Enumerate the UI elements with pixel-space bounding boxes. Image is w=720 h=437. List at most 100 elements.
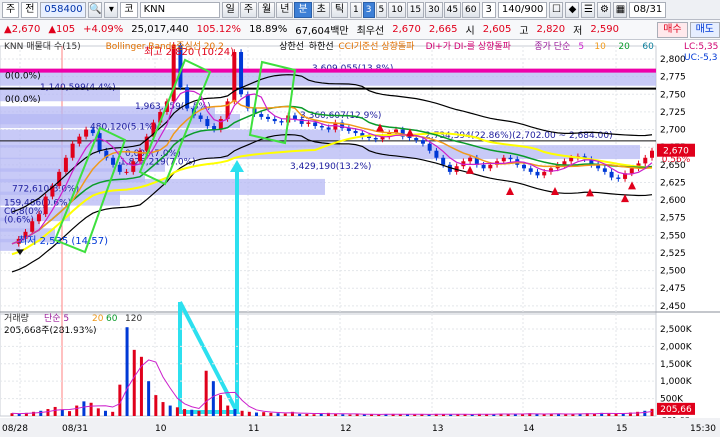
search-icon[interactable]: 🔍 [88, 1, 103, 18]
period-3-button[interactable]: 년 [276, 1, 294, 18]
volume-bar [96, 408, 100, 416]
candle-body [535, 171, 540, 176]
list-icon[interactable]: ☰ [581, 1, 596, 18]
candle-body [528, 168, 533, 172]
chart-area[interactable]: 2,8002,7752,7502,7252,7002,6752,6502,625… [0, 40, 720, 437]
volume-bar [125, 327, 129, 416]
volume-bar [643, 410, 647, 416]
best-bid: 2,665 [428, 24, 458, 35]
candle-body [272, 118, 277, 122]
volume-bar [334, 413, 338, 416]
volume-bar [650, 408, 654, 416]
candle-body [508, 157, 513, 160]
candle-body [542, 171, 547, 176]
gear-icon[interactable]: ⚙ [597, 1, 612, 18]
settings-icon[interactable]: ▾ [104, 1, 119, 18]
period-buttons: 일주월년분초틱 [221, 1, 349, 18]
candle-body [569, 157, 574, 162]
time-axis-label: 10 [155, 424, 167, 434]
interval-10-button[interactable]: 10 [388, 1, 406, 18]
percent-tag: 0.56% [662, 155, 691, 165]
buy-button[interactable]: 매수 [657, 21, 688, 38]
candle-body [43, 196, 48, 215]
high-price: 2,820 [536, 24, 566, 35]
sell-button[interactable]: 매도 [689, 21, 720, 38]
best-ask: 2,670 [392, 24, 421, 35]
volume-ratio: 105.12% [196, 24, 242, 35]
period-1-button[interactable]: 주 [239, 1, 258, 18]
mode-select[interactable]: 주 [2, 1, 20, 18]
legend-lc-value: LC:5,35 [684, 42, 718, 52]
scope-select[interactable]: 전 [21, 1, 39, 18]
market-select[interactable]: 코 [120, 1, 138, 18]
period-0-button[interactable]: 일 [221, 1, 239, 18]
volume-bar [17, 413, 21, 416]
interval-select[interactable]: 3 [481, 1, 496, 18]
volume-bar [348, 414, 352, 416]
stock-code-input[interactable]: 058400 [40, 1, 87, 18]
time-axis-label: 08/31 [62, 424, 88, 434]
candle-body [84, 129, 89, 137]
candle-body [306, 122, 311, 124]
legend-item: DI+가 DI-를 상향돌파 [426, 40, 512, 52]
candle-body [407, 136, 412, 139]
stock-chart[interactable]: 2,8002,7752,7502,7252,7002,6752,6502,625… [0, 40, 720, 437]
volume-bar [269, 412, 273, 416]
toggle-icon[interactable]: ☐ [549, 1, 564, 18]
interval-45-button[interactable]: 45 [443, 1, 462, 18]
interval-5-button[interactable]: 5 [375, 1, 388, 18]
volume-bar [197, 410, 201, 416]
interval-1-button[interactable]: 1 [350, 1, 362, 18]
turnover-percent: 18.89% [249, 24, 288, 35]
candle-body [124, 171, 129, 173]
candle-body [522, 164, 526, 169]
legend-item: 20 [618, 42, 630, 52]
candle-body [292, 115, 297, 119]
volume-bar [542, 414, 546, 416]
time-axis-bar [0, 418, 720, 437]
calendar-icon[interactable]: ▦ [613, 1, 628, 18]
lock-icon[interactable]: ◆ [565, 1, 580, 18]
date-field[interactable]: 08/31 [629, 1, 667, 18]
volume-bar [190, 409, 194, 416]
interval-3-button[interactable]: 3 [362, 1, 375, 18]
period-6-button[interactable]: 틱 [330, 1, 349, 18]
price-axis-label: 2,725 [660, 108, 686, 118]
volume-value: 25,017,440 [131, 24, 189, 35]
period-5-button[interactable]: 초 [312, 1, 330, 18]
volume-bar [75, 405, 79, 416]
candle-body [279, 121, 284, 123]
volume-bar [183, 409, 187, 416]
candle-body [353, 130, 358, 134]
volume-bar [262, 412, 266, 416]
volume-bar [614, 413, 618, 416]
candle-body [36, 214, 41, 222]
candle-body [468, 157, 473, 162]
interval-30-button[interactable]: 30 [425, 1, 443, 18]
candle-body [313, 122, 318, 127]
interval-15-button[interactable]: 15 [406, 1, 425, 18]
candle-body [30, 221, 35, 232]
price-axis-label: 2,600 [660, 196, 686, 206]
price-axis-label: 2,550 [660, 231, 686, 241]
volume-bar [53, 406, 57, 416]
price-change: ▲105 [48, 24, 76, 35]
period-2-button[interactable]: 월 [258, 1, 276, 18]
candle-body [117, 164, 122, 172]
candle-body [629, 168, 634, 174]
interval-60-button[interactable]: 60 [462, 1, 480, 18]
price-axis-label: 2,750 [660, 90, 686, 100]
candle-body [266, 116, 270, 119]
candle-body [326, 127, 331, 130]
volume-bar [103, 410, 107, 416]
count-field[interactable]: 140/900 [497, 1, 548, 18]
candle-body [427, 143, 432, 151]
period-4-button[interactable]: 분 [294, 1, 312, 18]
volume-bar [111, 411, 115, 416]
volume-ma60: 60 [106, 314, 118, 324]
quote-bar: ▲2,670 ▲105 +4.09% 25,017,440 105.12% 18… [0, 20, 720, 40]
volume-bar [161, 402, 165, 416]
volume-axis-label: 1,500K [660, 360, 693, 370]
candle-body [414, 138, 419, 141]
legend-item: 60 [642, 42, 654, 52]
